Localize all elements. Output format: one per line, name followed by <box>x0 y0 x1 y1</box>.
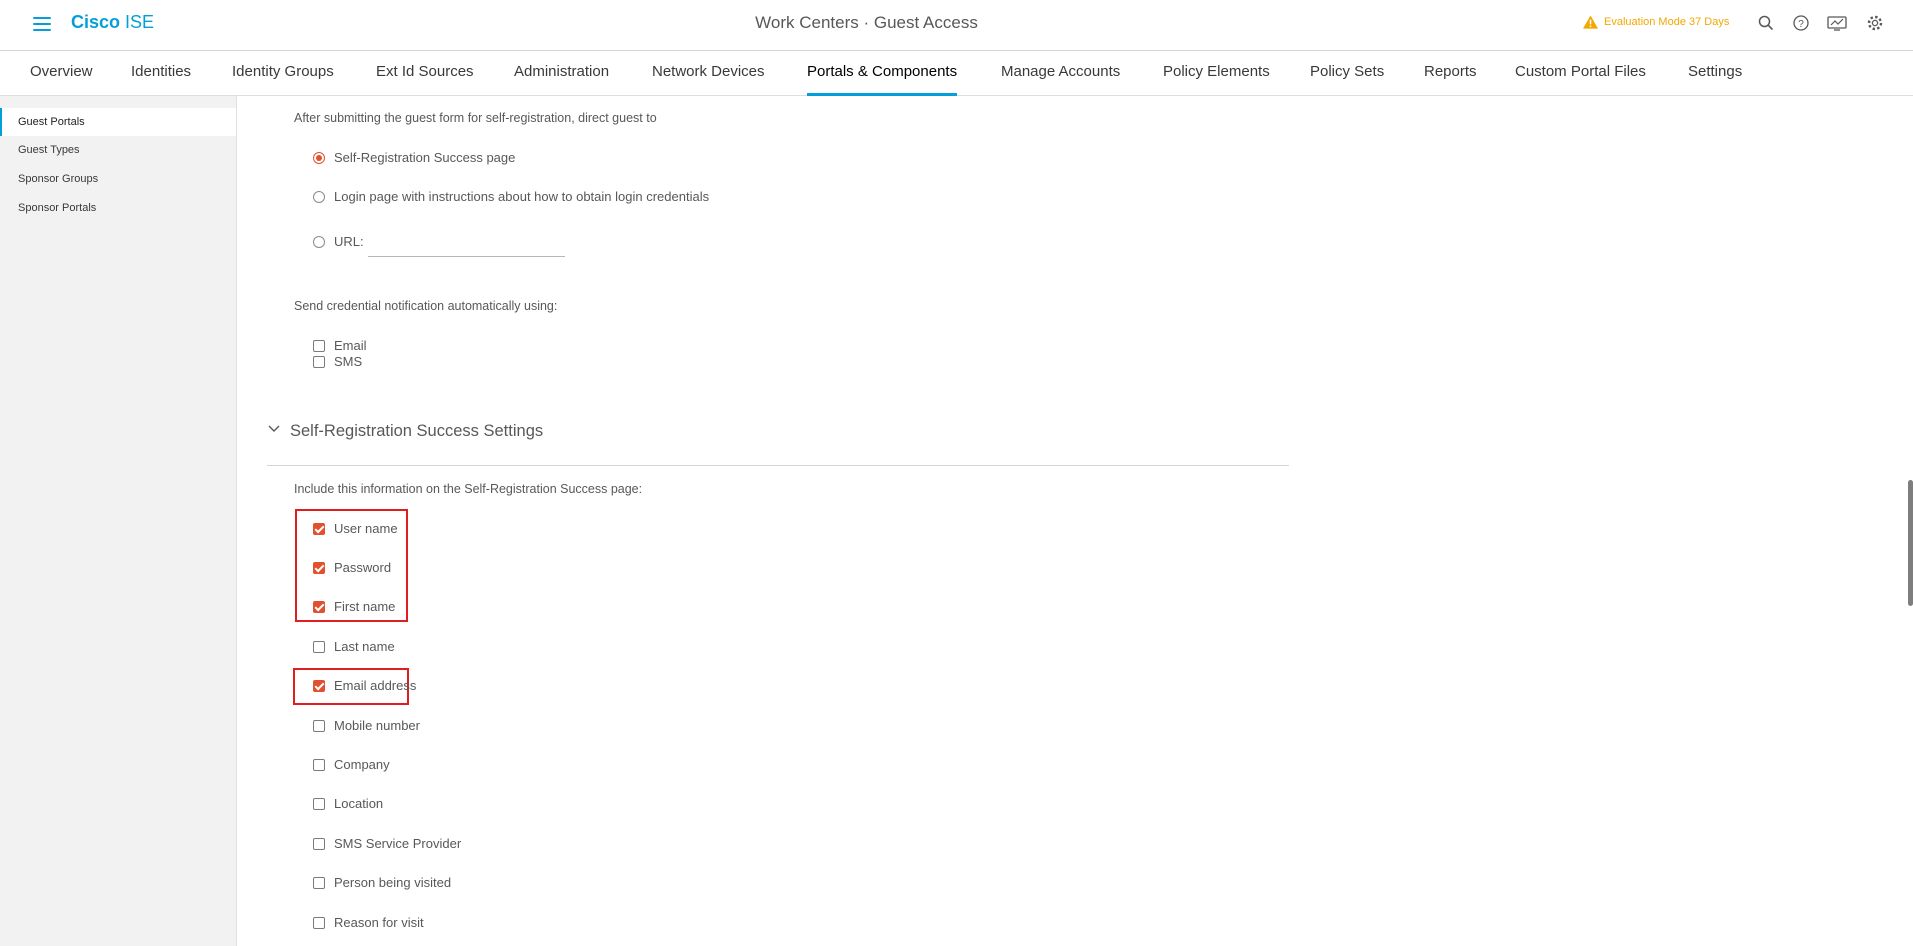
radio-login-page-label: Login page with instructions about how t… <box>334 189 710 204</box>
checkbox-reason-for-visit-label: Reason for visit <box>334 915 424 930</box>
checkbox-user-name-label: User name <box>334 521 398 536</box>
checkbox-company-label: Company <box>334 757 390 772</box>
help-icon[interactable]: ? <box>1792 14 1810 32</box>
checkbox-user-name[interactable] <box>313 523 325 535</box>
checkbox-email-address-label: Email address <box>334 678 417 693</box>
checkbox-password[interactable] <box>313 562 325 574</box>
top-bar: Cisco ISE Work Centers · Guest Access Ev… <box>0 0 1913 51</box>
tab-identities[interactable]: Identities <box>131 63 191 96</box>
tab-identity-groups[interactable]: Identity Groups <box>232 63 334 96</box>
radio-success-page[interactable] <box>313 152 325 164</box>
radio-success-page-label: Self-Registration Success page <box>334 150 516 165</box>
section-divider <box>267 465 1289 466</box>
radio-login-page[interactable] <box>313 191 325 203</box>
gear-icon[interactable] <box>1866 14 1884 32</box>
notification-intro: Send credential notification automatical… <box>294 299 558 313</box>
main-content: After submitting the guest form for self… <box>237 96 1913 946</box>
checkbox-first-name[interactable] <box>313 601 325 613</box>
warning-icon <box>1583 15 1598 29</box>
evaluation-mode-text: Evaluation Mode 37 Days <box>1604 16 1730 28</box>
checkbox-last-name-label: Last name <box>334 639 395 654</box>
redirect-intro: After submitting the guest form for self… <box>294 111 657 125</box>
nav-tabs: Overview Identities Identity Groups Ext … <box>0 51 1913 96</box>
section-title-success-settings[interactable]: Self-Registration Success Settings <box>290 422 543 441</box>
sidebar-item-sponsor-portals[interactable]: Sponsor Portals <box>0 194 236 222</box>
success-settings-intro: Include this information on the Self-Reg… <box>294 482 643 496</box>
search-icon[interactable] <box>1757 14 1775 32</box>
checkbox-reason-for-visit[interactable] <box>313 917 325 929</box>
page-title: Work Centers · Guest Access <box>755 13 978 32</box>
sidebar-item-sponsor-groups[interactable]: Sponsor Groups <box>0 165 236 193</box>
checkbox-location-label: Location <box>334 796 384 811</box>
svg-text:?: ? <box>1798 19 1804 30</box>
tab-portals-components[interactable]: Portals & Components <box>807 63 958 96</box>
sidebar-item-guest-types[interactable]: Guest Types <box>0 136 236 164</box>
tab-reports[interactable]: Reports <box>1424 63 1477 96</box>
checkbox-email-address[interactable] <box>313 680 325 692</box>
checkbox-location[interactable] <box>313 798 325 810</box>
radio-url-label: URL: <box>334 234 364 249</box>
tab-administration[interactable]: Administration <box>514 63 609 96</box>
url-input[interactable] <box>368 256 565 257</box>
checkbox-last-name[interactable] <box>313 641 325 653</box>
checkbox-mobile-number[interactable] <box>313 720 325 732</box>
checkbox-company[interactable] <box>313 759 325 771</box>
checkbox-sms-service-provider[interactable] <box>313 838 325 850</box>
checkbox-sms-notification-label: SMS <box>334 354 363 369</box>
tab-ext-id-sources[interactable]: Ext Id Sources <box>376 63 474 96</box>
checkbox-first-name-label: First name <box>334 599 396 614</box>
tab-policy-sets[interactable]: Policy Sets <box>1310 63 1384 96</box>
sidebar-item-guest-portals[interactable]: Guest Portals <box>0 108 236 136</box>
tab-custom-portal-files[interactable]: Custom Portal Files <box>1515 63 1646 96</box>
tab-network-devices[interactable]: Network Devices <box>652 63 765 96</box>
sidebar: Guest Portals Guest Types Sponsor Groups… <box>0 96 237 946</box>
tab-overview[interactable]: Overview <box>30 63 93 96</box>
notifications-monitor-icon[interactable] <box>1827 14 1847 32</box>
checkbox-mobile-number-label: Mobile number <box>334 718 420 733</box>
tab-policy-elements[interactable]: Policy Elements <box>1163 63 1270 96</box>
checkbox-person-being-visited-label: Person being visited <box>334 875 452 890</box>
checkbox-email-notification-label: Email <box>334 338 367 353</box>
tab-manage-accounts[interactable]: Manage Accounts <box>1001 63 1120 96</box>
scrollbar-thumb[interactable] <box>1908 480 1913 606</box>
checkbox-sms-notification[interactable] <box>313 356 325 368</box>
checkbox-password-label: Password <box>334 560 392 575</box>
checkbox-person-being-visited[interactable] <box>313 877 325 889</box>
checkbox-email-notification[interactable] <box>313 340 325 352</box>
checkbox-sms-service-provider-label: SMS Service Provider <box>334 836 462 851</box>
evaluation-mode-badge[interactable]: Evaluation Mode 37 Days <box>1583 15 1729 29</box>
tab-settings[interactable]: Settings <box>1688 63 1742 96</box>
radio-url[interactable] <box>313 236 325 248</box>
chevron-down-icon[interactable] <box>267 422 281 436</box>
